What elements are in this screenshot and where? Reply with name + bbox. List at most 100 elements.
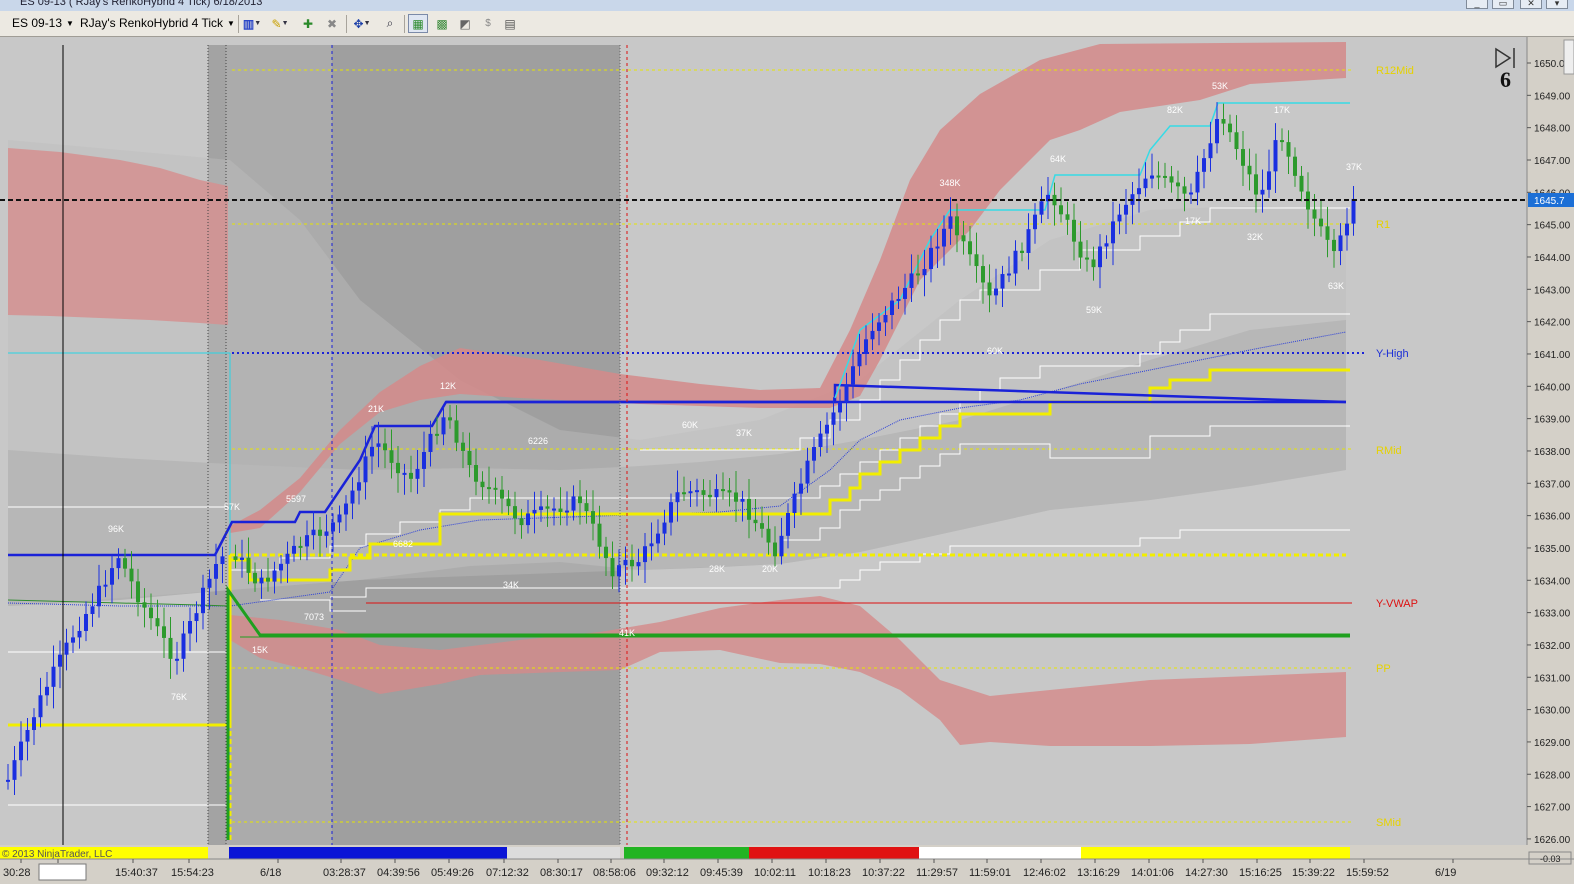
drawing-tools-button[interactable]: ✎ ▼	[270, 14, 290, 33]
candle-body	[701, 490, 706, 495]
time-tick-label: 09:45:39	[700, 867, 743, 879]
candle-body	[1189, 192, 1193, 195]
candle-body	[181, 633, 186, 659]
candle-body	[318, 529, 322, 536]
remove-drawing-button[interactable]: ✖	[322, 14, 342, 33]
chart-bars-icon: ▩	[436, 16, 448, 31]
candle-body	[1104, 243, 1109, 247]
candle-body	[1208, 143, 1213, 159]
candle-body	[571, 496, 576, 511]
candle-body	[77, 630, 82, 638]
candle-body	[454, 420, 459, 443]
bar-type-label: RJay's RenkoHybrid 4 Tick	[80, 16, 224, 30]
properties-button[interactable]: ◩	[455, 14, 475, 33]
candle-body	[428, 433, 433, 452]
crosshair-button[interactable]: ✥ ▼	[352, 14, 372, 33]
candle-body	[526, 513, 530, 526]
line-chart-icon: ◩	[459, 16, 471, 31]
level-label-y-vwap: Y-VWAP	[1376, 598, 1418, 610]
price-chart[interactable]: 96K 76K 57K 5597 15K 7073 21K 6682 12K 6226 34K 41K…	[0, 37, 1574, 884]
candle-body	[149, 607, 153, 619]
restore-button[interactable]: ▭	[1492, 0, 1514, 9]
candle-body	[721, 489, 725, 492]
volume-label: 76K	[171, 692, 187, 702]
candle-body	[25, 730, 30, 742]
candle-body	[142, 602, 147, 608]
session-color-bar	[624, 847, 749, 859]
price-tick-label: 1630.00	[1534, 706, 1571, 717]
candle-body	[734, 492, 738, 502]
window-menu-button[interactable]: ▾	[1546, 0, 1568, 9]
candle-body	[1195, 171, 1200, 193]
candle-body	[1163, 175, 1167, 178]
candle-body	[1033, 214, 1037, 230]
candle-body	[1202, 158, 1206, 172]
candle-body	[799, 483, 803, 494]
candle-body	[831, 412, 836, 425]
toolbar-separator	[404, 15, 405, 33]
candle-body	[591, 511, 595, 524]
candle-body	[1169, 176, 1174, 183]
candle-body	[506, 498, 511, 507]
candle-body	[617, 565, 621, 577]
candle-body	[448, 417, 452, 421]
candle-body	[389, 450, 394, 463]
candle-body	[253, 572, 257, 584]
time-tick-label: 03:28:37	[323, 867, 366, 879]
candle-body	[415, 468, 420, 479]
candle-body	[97, 585, 101, 607]
candle-body	[851, 366, 855, 385]
strategies-button[interactable]: ▩	[432, 14, 452, 33]
candle-body	[1052, 194, 1057, 206]
minimize-button[interactable]: _	[1466, 0, 1488, 9]
zoom-button[interactable]: ⌕	[380, 14, 400, 33]
time-tick-label: 08:58:06	[593, 867, 636, 879]
candle-body	[838, 402, 842, 413]
candle-body	[1345, 223, 1349, 236]
candle-body	[727, 490, 732, 493]
candle-body	[1078, 241, 1083, 258]
level-label-pp: PP	[1376, 663, 1391, 675]
add-indicator-button[interactable]: ✚	[298, 14, 318, 33]
chevron-down-icon: ▼	[363, 20, 371, 27]
candle-body	[519, 518, 524, 526]
candle-body	[805, 460, 810, 484]
session-color-bar	[229, 847, 507, 859]
toolbar-separator	[238, 15, 239, 33]
candle-body	[64, 642, 69, 655]
chevron-down-icon: ▼	[254, 20, 262, 27]
close-button[interactable]: ✕	[1520, 0, 1542, 9]
candle-body	[773, 542, 777, 557]
time-tick-label: 15:59:52	[1346, 867, 1389, 879]
candle-body	[402, 472, 407, 475]
price-tick-label: 1632.00	[1534, 641, 1571, 652]
candle-body	[935, 246, 940, 249]
volume-label: 15K	[252, 645, 268, 655]
chevron-down-icon: ▼	[227, 19, 235, 29]
volume-label: 32K	[1247, 232, 1263, 242]
time-tick-label: 15:39:22	[1292, 867, 1335, 879]
pencil-icon: ✎	[271, 16, 282, 31]
candle-body	[214, 564, 218, 579]
bar-type-selector[interactable]: RJay's RenkoHybrid 4 Tick ▼	[80, 16, 235, 30]
candle-body	[844, 384, 849, 403]
chart-canvas[interactable]: 96K 76K 57K 5597 15K 7073 21K 6682 12K 6226 34K 41K…	[0, 37, 1574, 884]
chart-trader-button[interactable]: $	[478, 14, 498, 33]
magnifier-icon: ⌕	[386, 16, 394, 30]
instrument-selector[interactable]: ES 09-13 ▼	[12, 16, 74, 30]
data-box-button[interactable]: ▦	[408, 14, 428, 33]
price-tick-label: 1643.00	[1534, 285, 1571, 296]
volume-label: 64K	[1050, 154, 1066, 164]
dollar-icon: $	[485, 18, 491, 29]
time-tick-label: 12:46:02	[1023, 867, 1066, 879]
time-tick-label: 30:28	[3, 867, 31, 879]
bar-style-button[interactable]: ▥ ▼	[242, 14, 262, 33]
window-settings-button[interactable]: ▤	[500, 14, 520, 33]
level-label-r12mid: R12Mid	[1376, 65, 1414, 77]
price-tick-label: 1636.00	[1534, 512, 1571, 523]
candle-body	[1000, 274, 1005, 289]
time-tick-label: 10:37:22	[862, 867, 905, 879]
candle-body	[240, 557, 244, 560]
price-tick-label: 1640.00	[1534, 382, 1571, 393]
candle-body	[968, 241, 972, 255]
